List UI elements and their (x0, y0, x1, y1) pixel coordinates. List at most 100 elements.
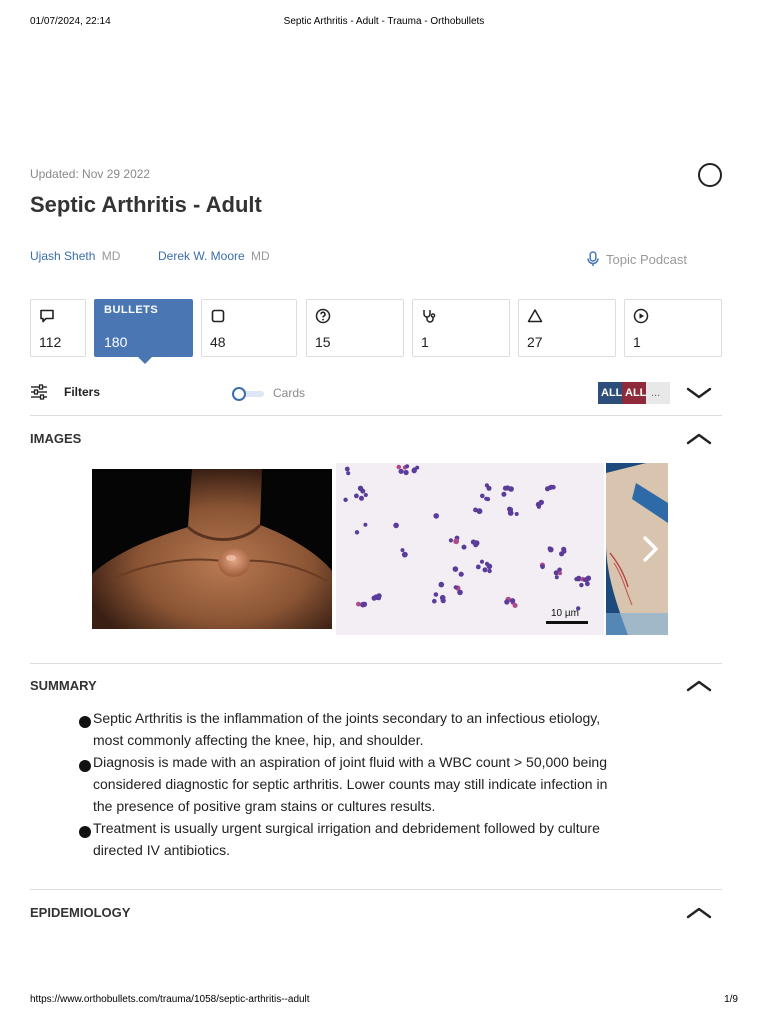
section-title-epidemiology[interactable]: EPIDEMIOLOGY (30, 905, 130, 920)
neck-photo-graphic (92, 469, 332, 629)
author-1[interactable]: Ujash Sheth MD (30, 249, 120, 263)
coccus-cell (536, 504, 541, 509)
summary-item: Diagnosis is made with an aspiration of … (76, 751, 616, 817)
stat-count: 48 (210, 334, 226, 350)
divider (30, 415, 722, 416)
clinical-photo-neck-swelling[interactable] (92, 469, 332, 629)
chevron-down-icon[interactable] (685, 384, 713, 402)
warning-triangle-icon (527, 309, 543, 323)
coccus-cell (479, 559, 485, 564)
author-name[interactable]: Derek W. Moore (158, 249, 245, 263)
stat-label: BULLETS (104, 304, 159, 316)
summary-text: Septic Arthritis is the inflammation of … (93, 710, 601, 748)
coccus-cell (360, 601, 366, 608)
coccus-cell (376, 593, 382, 599)
topic-podcast-button[interactable]: Topic Podcast (585, 251, 687, 267)
filter-tag-more[interactable]: ... (646, 382, 670, 404)
sliders-icon[interactable] (30, 383, 48, 401)
coccus-cell (393, 522, 399, 529)
cards-toggle[interactable] (232, 387, 264, 401)
coccus-cell (547, 546, 552, 551)
coccus-cell (585, 581, 590, 587)
divider (30, 889, 722, 890)
print-footer: https://www.orthobullets.com/trauma/1058… (30, 994, 738, 1008)
coccus-cell (510, 598, 516, 604)
chevron-up-icon[interactable] (685, 430, 713, 448)
coccus-cell (484, 561, 490, 566)
coccus-cell (562, 549, 567, 554)
coccus-cell (508, 486, 514, 492)
coccus-cell (405, 464, 410, 469)
bookmark-circle-icon[interactable] (698, 163, 722, 187)
stat-tile-discussion[interactable]: 112 (30, 299, 86, 357)
microphone-icon (587, 251, 599, 266)
coccus-cell (484, 483, 489, 488)
chevron-up-icon[interactable] (685, 904, 713, 922)
filters-label[interactable]: Filters (64, 385, 100, 399)
stat-count: 27 (527, 334, 543, 350)
coccus-cell (354, 493, 359, 499)
coccus-cell (363, 522, 368, 527)
filters-bar: Filters Cards ALL ALL ... (30, 379, 722, 407)
stat-tile-cards[interactable]: 48 (201, 299, 297, 357)
coccus-cell (440, 598, 446, 604)
filter-tag-all-2[interactable]: ALL (622, 382, 646, 404)
coccus-cell (473, 542, 479, 548)
coccus-cell (482, 567, 488, 573)
coccus-cell (557, 571, 563, 576)
print-title: Septic Arthritis - Adult - Trauma - Orth… (283, 16, 485, 27)
coccus-cell (343, 497, 348, 502)
summary-item: Septic Arthritis is the inflammation of … (76, 707, 616, 751)
stat-tile-alerts[interactable]: 27 (518, 299, 616, 357)
filter-tag-all-1[interactable]: ALL (598, 382, 622, 404)
coccus-cell (432, 598, 437, 604)
coccus-cell (540, 564, 545, 570)
coccus-cell (504, 599, 510, 605)
divider (30, 663, 722, 664)
coccus-cell (480, 493, 485, 499)
bullet-dot-icon (79, 760, 91, 772)
scale-bar (546, 621, 588, 624)
coccus-cell (396, 464, 402, 470)
stat-tile-videos[interactable]: 1 (624, 299, 722, 357)
print-header: 01/07/2024, 22:14 Septic Arthritis - Adu… (30, 16, 738, 30)
author-name[interactable]: Ujash Sheth (30, 249, 95, 263)
stat-tile-questions[interactable]: 15 (306, 299, 404, 357)
coccus-cell (507, 506, 513, 512)
chevron-right-icon[interactable] (636, 533, 664, 565)
coccus-cell (400, 548, 405, 553)
micrograph-gram-stain[interactable]: 10 µm (336, 463, 604, 635)
chevron-up-icon[interactable] (685, 677, 713, 695)
coccus-cell (453, 585, 458, 590)
author-2[interactable]: Derek W. Moore MD (158, 249, 270, 263)
coccus-cell (363, 492, 368, 498)
author-credential: MD (101, 249, 121, 263)
coccus-cell (401, 551, 408, 558)
summary-text: Treatment is usually urgent surgical irr… (93, 820, 600, 858)
author-credential: MD (251, 249, 270, 263)
cards-label: Cards (273, 386, 306, 400)
coccus-cell (487, 568, 492, 574)
stat-count: 112 (39, 334, 62, 350)
section-title-images[interactable]: IMAGES (30, 431, 81, 446)
coccus-cell (357, 485, 364, 491)
stat-tile-cases[interactable]: 1 (412, 299, 510, 357)
summary-text: Diagnosis is made with an aspiration of … (93, 754, 608, 814)
stat-tile-bullets[interactable]: BULLETS 180 (94, 299, 193, 364)
coccus-cell (582, 577, 588, 582)
coccus-cell (344, 466, 350, 472)
coccus-cell (411, 467, 417, 474)
toggle-knob (232, 387, 246, 401)
coccus-cell (475, 564, 481, 570)
print-url: https://www.orthobullets.com/trauma/1058… (30, 994, 310, 1005)
coccus-cell (579, 582, 584, 588)
section-title-summary[interactable]: SUMMARY (30, 678, 97, 693)
print-page-number: 1/9 (724, 994, 738, 1005)
topic-podcast-label: Topic Podcast (606, 251, 687, 267)
stat-count: 1 (633, 334, 641, 350)
coccus-cell (403, 469, 409, 476)
coccus-cell (359, 495, 364, 501)
coccus-cell (484, 496, 489, 501)
coccus-cell (476, 508, 483, 515)
page-title: Septic Arthritis - Adult (30, 192, 262, 217)
